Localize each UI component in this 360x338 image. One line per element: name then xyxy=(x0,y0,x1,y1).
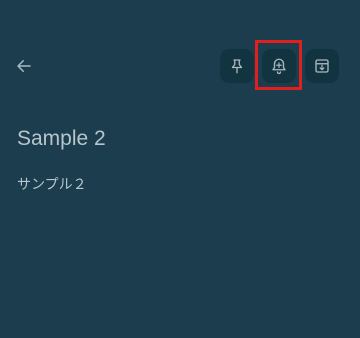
note-title[interactable]: Sample 2 xyxy=(17,125,106,153)
bell-plus-icon xyxy=(272,58,286,75)
archive-button[interactable] xyxy=(305,49,339,83)
reminder-button[interactable] xyxy=(262,49,296,83)
note-body[interactable]: サンプル２ xyxy=(17,174,87,194)
pin-button[interactable] xyxy=(220,49,254,83)
archive-icon xyxy=(315,59,329,73)
back-button[interactable] xyxy=(12,54,36,78)
note-editor-screen: Sample 2 サンプル２ xyxy=(0,0,360,338)
arrow-left-icon xyxy=(17,60,31,72)
pin-icon xyxy=(231,59,243,74)
